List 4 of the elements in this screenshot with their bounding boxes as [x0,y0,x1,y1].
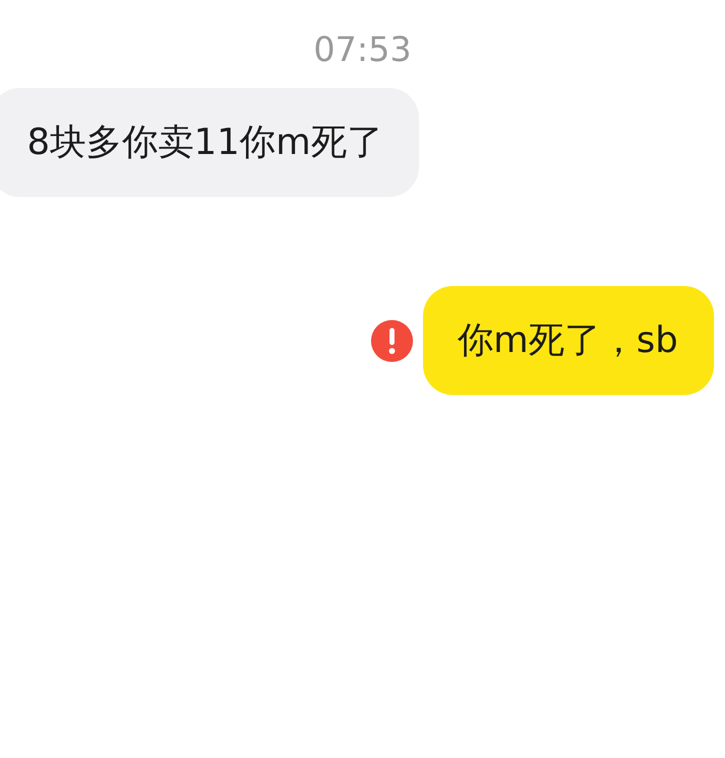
message-bubble: 你m死了，sb [423,286,714,395]
message-timestamp: 07:53 [312,29,412,72]
message-bubble: 8块多你卖11你m死了 [0,88,419,197]
error-icon[interactable] [370,318,414,362]
